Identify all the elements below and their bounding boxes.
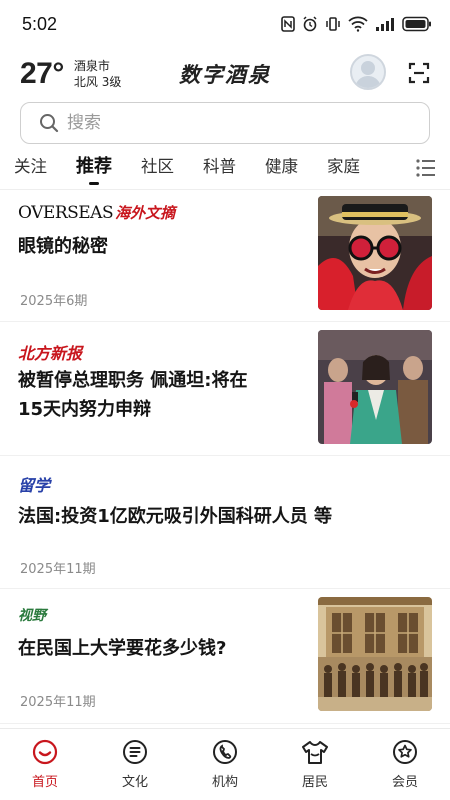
nav-member[interactable]: 会员	[360, 729, 450, 800]
tab-jiating[interactable]: 家庭	[327, 147, 360, 187]
status-icons	[281, 16, 432, 32]
article-feed: OVERSEAS 海外文摘 眼镜的秘密 2025年6期 北方新报 被暂停总理职务…	[0, 188, 450, 728]
article-source: 北方新报	[18, 344, 83, 363]
source-name-cn: 海外文摘	[115, 204, 176, 222]
search-input[interactable]	[67, 113, 387, 133]
city-name: 酒泉市	[73, 59, 110, 73]
article-meta: 2025年6期	[20, 294, 88, 309]
alarm-icon	[303, 16, 317, 32]
wind-info: 北风 3级	[73, 75, 122, 89]
article-title: 被暂停总理职务 佩通坦:将在 15天内努力申辩	[18, 366, 247, 424]
home-icon	[32, 739, 58, 765]
nav-label: 机构	[211, 775, 238, 790]
nav-culture[interactable]: 文化	[90, 729, 180, 800]
tab-kepu[interactable]: 科普	[203, 147, 236, 187]
document-icon	[123, 740, 147, 764]
article-source: 视野	[18, 608, 46, 624]
article-card[interactable]: 北方新报 被暂停总理职务 佩通坦:将在 15天内努力申辩	[0, 322, 450, 456]
tab-jiankang[interactable]: 健康	[265, 147, 298, 187]
scan-icon[interactable]	[408, 62, 430, 84]
status-time: 5:02	[22, 13, 58, 34]
status-bar: 5:02	[0, 0, 450, 48]
nav-label: 首页	[31, 775, 58, 790]
user-icon	[355, 61, 381, 88]
nav-label: 居民	[301, 775, 328, 790]
nfc-icon	[281, 16, 295, 32]
phone-icon	[213, 740, 237, 764]
article-thumbnail	[318, 196, 432, 310]
article-title: 在民国上大学要花多少钱?	[18, 638, 227, 659]
tab-menu-icon[interactable]	[416, 159, 436, 177]
tab-shequ[interactable]: 社区	[141, 147, 174, 187]
article-meta: 2025年11期	[20, 562, 96, 577]
avatar[interactable]	[350, 54, 386, 90]
battery-icon	[402, 16, 431, 32]
wifi-icon	[348, 16, 368, 32]
tab-guanzhu[interactable]: 关注	[14, 147, 47, 187]
nav-institution[interactable]: 机构	[180, 729, 270, 800]
shirt-icon	[302, 741, 328, 764]
article-card[interactable]: 留学 法国:投资1亿欧元吸引外国科研人员 等 2025年11期	[0, 456, 450, 589]
article-card[interactable]: OVERSEAS 海外文摘 眼镜的秘密 2025年6期	[0, 188, 450, 322]
article-source: OVERSEAS 海外文摘	[18, 202, 175, 223]
temperature: 27°	[20, 57, 64, 90]
article-title: 法国:投资1亿欧元吸引外国科研人员 等	[18, 506, 332, 527]
signal-icon	[376, 18, 394, 31]
article-title-line: 15天内努力申辩	[18, 399, 152, 420]
nav-residents[interactable]: 居民	[270, 729, 360, 800]
brand-logo: 数字酒泉	[179, 62, 271, 87]
bottom-nav: 首页 文化 机构 居民 会员	[0, 728, 450, 800]
nav-label: 会员	[391, 775, 418, 790]
vibrate-icon	[326, 17, 340, 31]
article-thumbnail	[318, 330, 432, 444]
weather-info[interactable]: 酒泉市 北风 3级	[74, 58, 121, 90]
tab-tuijian[interactable]: 推荐	[76, 147, 112, 187]
category-tabs: 关注 推荐 社区 科普 健康 家庭	[0, 144, 450, 190]
search-icon	[40, 114, 59, 133]
nav-label: 文化	[121, 775, 148, 790]
article-card[interactable]: 视野 在民国上大学要花多少钱? 2025年11期	[0, 589, 450, 724]
article-source: 留学	[18, 476, 51, 495]
article-title-line: 被暂停总理职务 佩通坦:将在	[18, 370, 248, 391]
nav-home[interactable]: 首页	[0, 729, 90, 800]
app-header: 27° 酒泉市 北风 3级 数字酒泉	[0, 48, 450, 100]
article-meta: 2025年11期	[20, 695, 96, 710]
badge-icon	[393, 740, 417, 764]
article-title: 眼镜的秘密	[18, 236, 108, 257]
article-thumbnail	[318, 597, 432, 711]
search-bar[interactable]	[20, 102, 430, 144]
source-name-en: OVERSEAS	[18, 203, 114, 223]
